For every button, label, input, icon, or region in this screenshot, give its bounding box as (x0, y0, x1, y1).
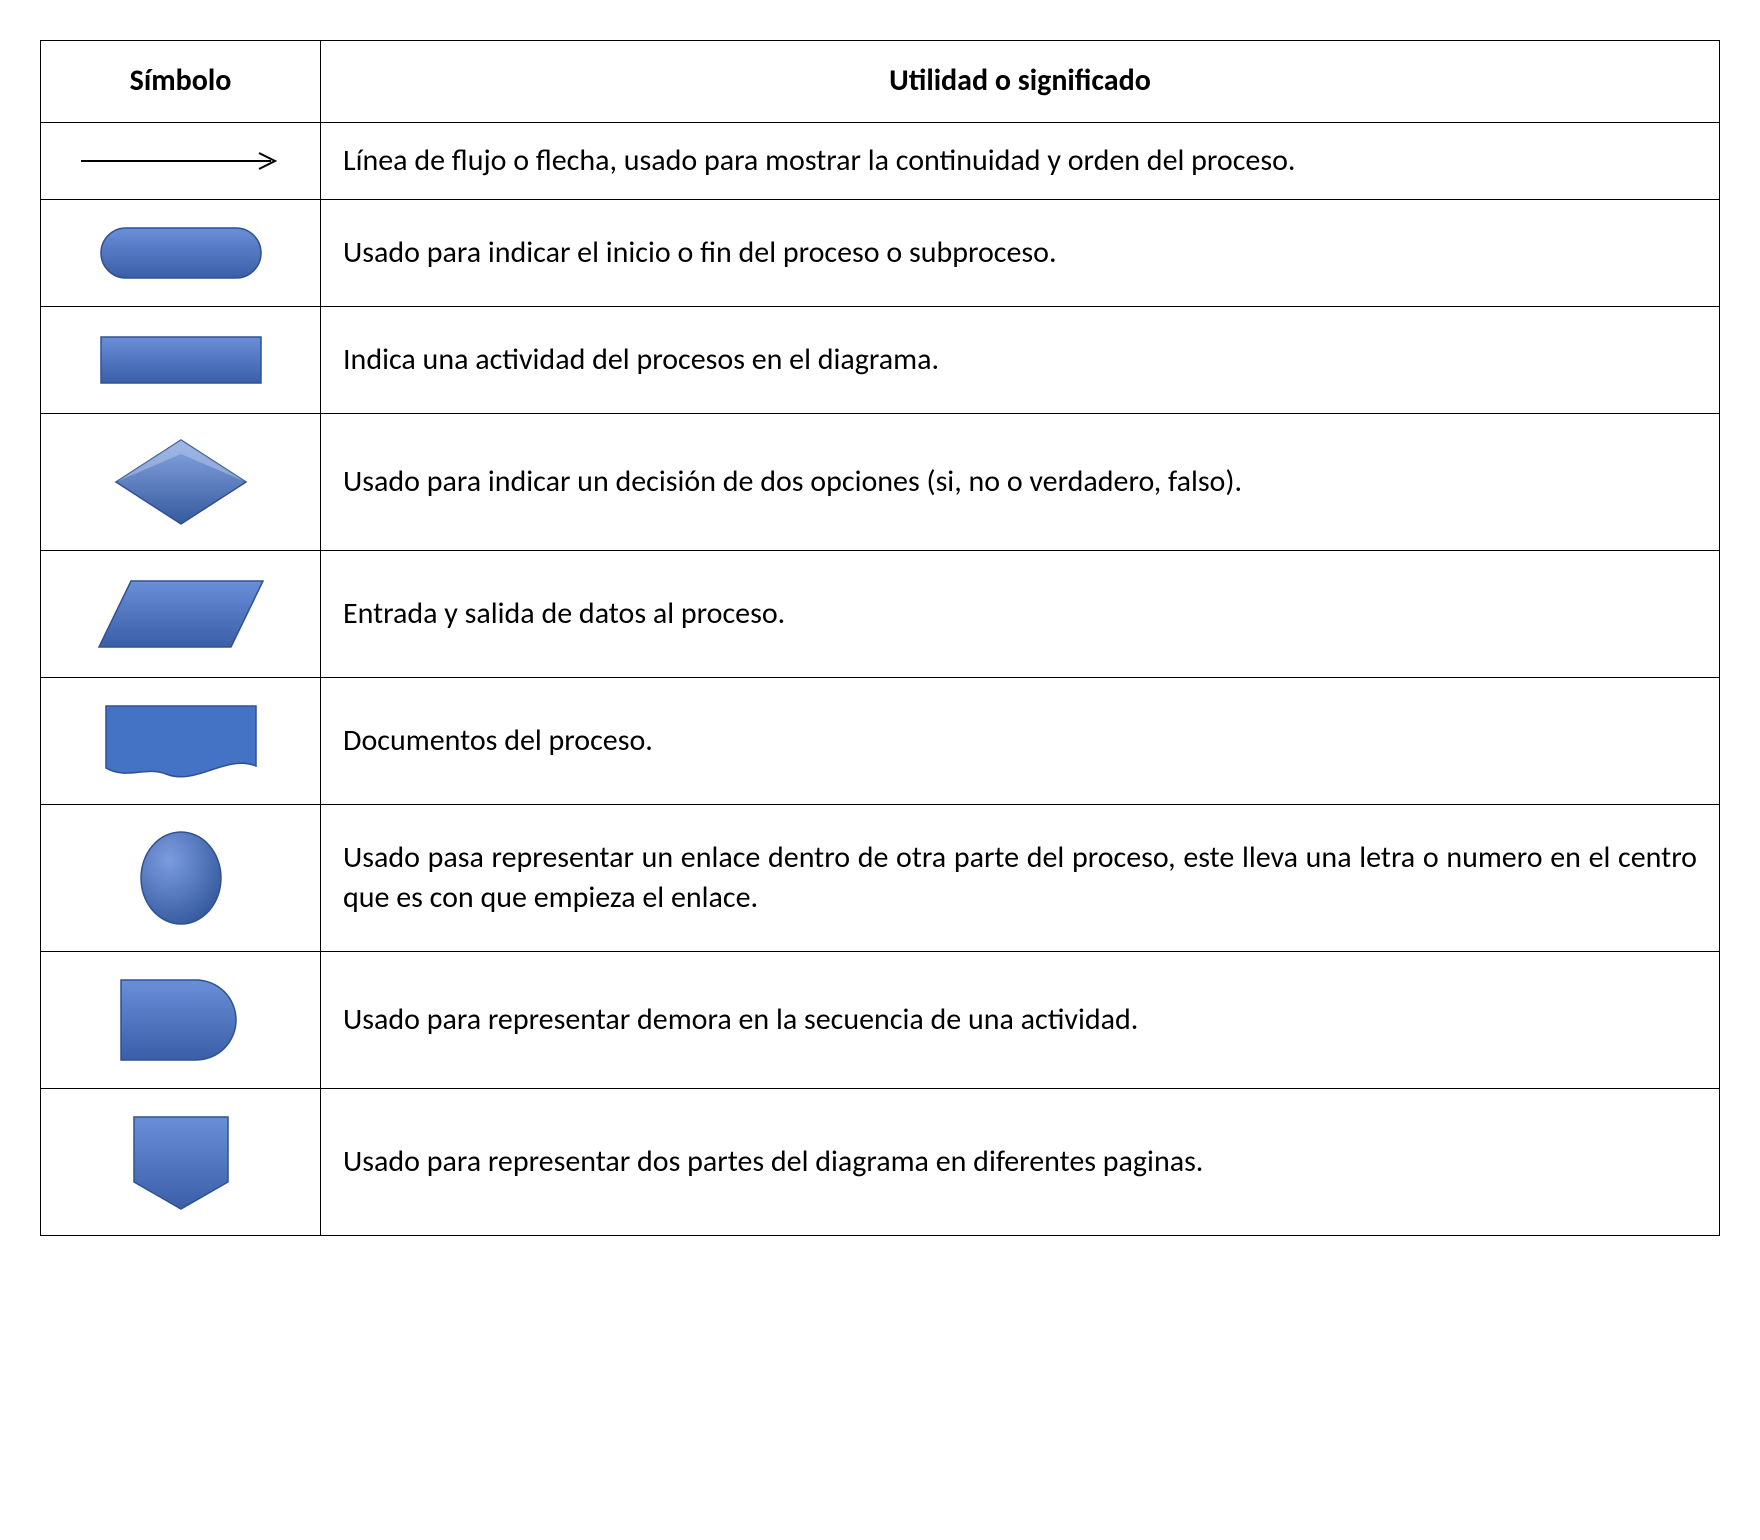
description-cell: Indica una actividad del procesos en el … (321, 307, 1720, 414)
header-symbol: Símbolo (41, 41, 321, 123)
symbol-cell (41, 678, 321, 805)
flowchart-symbols-table: Símbolo Utilidad o significado Línea de … (40, 40, 1720, 1236)
description-cell: Usado para indicar el inicio o fin del p… (321, 200, 1720, 307)
table-row: Documentos del proceso. (41, 678, 1720, 805)
description-cell: Usado pasa representar un enlace dentro … (321, 805, 1720, 952)
symbol-cell (41, 1089, 321, 1236)
symbol-cell (41, 200, 321, 307)
symbol-cell (41, 307, 321, 414)
symbol-cell (41, 122, 321, 200)
symbol-cell (41, 952, 321, 1089)
arrow-icon (71, 141, 291, 181)
terminator-icon (96, 218, 266, 288)
process-icon (96, 325, 266, 395)
offpage-connector-icon (116, 1107, 246, 1217)
description-cell: Entrada y salida de datos al proceso. (321, 551, 1720, 678)
header-meaning: Utilidad o significado (321, 41, 1720, 123)
description-cell: Línea de flujo o flecha, usado para most… (321, 122, 1720, 200)
table-header-row: Símbolo Utilidad o significado (41, 41, 1720, 123)
table-row: Usado para representar dos partes del di… (41, 1089, 1720, 1236)
description-cell: Documentos del proceso. (321, 678, 1720, 805)
symbol-cell (41, 414, 321, 551)
connector-icon (126, 823, 236, 933)
table-row: Entrada y salida de datos al proceso. (41, 551, 1720, 678)
delay-icon (106, 970, 256, 1070)
table-row: Usado para representar demora en la secu… (41, 952, 1720, 1089)
decision-icon (106, 432, 256, 532)
description-cell: Usado para representar dos partes del di… (321, 1089, 1720, 1236)
table-row: Usado pasa representar un enlace dentro … (41, 805, 1720, 952)
table-row: Usado para indicar el inicio o fin del p… (41, 200, 1720, 307)
description-cell: Usado para representar demora en la secu… (321, 952, 1720, 1089)
table-row: Usado para indicar un decisión de dos op… (41, 414, 1720, 551)
table-row: Indica una actividad del procesos en el … (41, 307, 1720, 414)
document-icon (96, 696, 266, 786)
symbol-cell (41, 551, 321, 678)
description-cell: Usado para indicar un decisión de dos op… (321, 414, 1720, 551)
data-icon (91, 569, 271, 659)
symbol-cell (41, 805, 321, 952)
table-row: Línea de flujo o flecha, usado para most… (41, 122, 1720, 200)
